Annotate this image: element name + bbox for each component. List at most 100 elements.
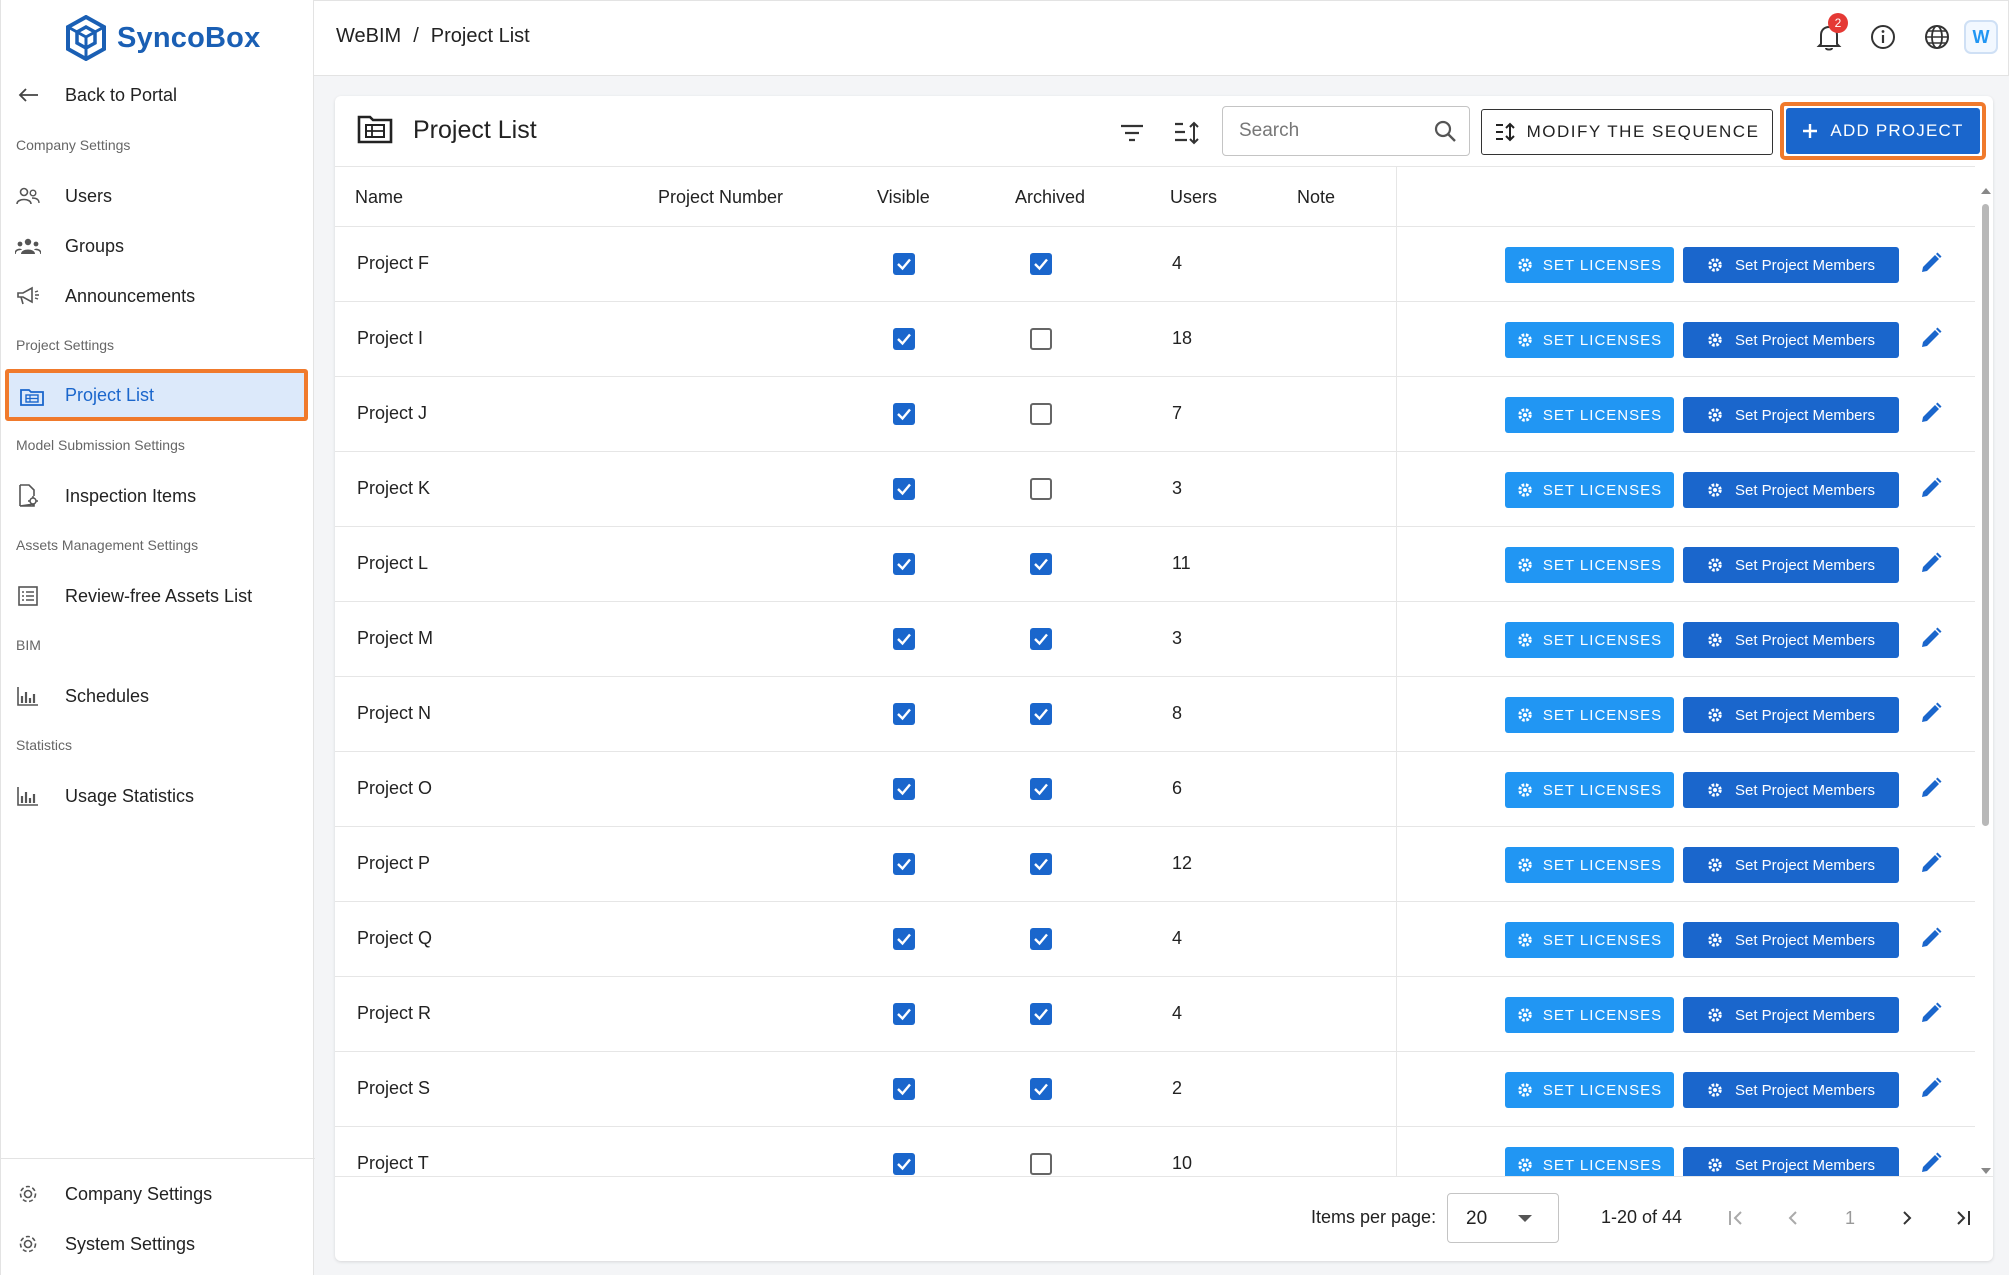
archived-checkbox[interactable] [1030,703,1052,725]
sidebar-item-groups[interactable]: Groups [1,222,315,270]
sidebar-item-review-free-assets[interactable]: Review-free Assets List [1,572,315,620]
set-project-members-button[interactable]: Set Project Members [1683,922,1899,958]
table-row[interactable]: Project T 10 SET LICENSES Set Project Membe… [335,1127,1975,1176]
first-page-button[interactable] [1719,1201,1753,1235]
set-licenses-button[interactable]: SET LICENSES [1505,322,1674,358]
archived-checkbox[interactable] [1030,403,1052,425]
visible-checkbox[interactable] [893,1003,915,1025]
archived-checkbox[interactable] [1030,553,1052,575]
table-row[interactable]: Project R 4 SET LICENSES Set Project Member… [335,977,1975,1052]
table-row[interactable]: Project M 3 SET LICENSES Set Project Member… [335,602,1975,677]
set-project-members-button[interactable]: Set Project Members [1683,622,1899,658]
archived-checkbox[interactable] [1030,328,1052,350]
set-project-members-button[interactable]: Set Project Members [1683,472,1899,508]
table-row[interactable]: Project J 7 SET LICENSES Set Project Member… [335,377,1975,452]
set-project-members-button[interactable]: Set Project Members [1683,772,1899,808]
edit-pencil-icon[interactable] [1919,251,1943,280]
table-row[interactable]: Project K 3 SET LICENSES Set Project Member… [335,452,1975,527]
visible-checkbox[interactable] [893,853,915,875]
set-licenses-button[interactable]: SET LICENSES [1505,697,1674,733]
table-row[interactable]: Project O 6 SET LICENSES Set Project Member… [335,752,1975,827]
set-licenses-button[interactable]: SET LICENSES [1505,397,1674,433]
table-row[interactable]: Project L 11 SET LICENSES Set Project Membe… [335,527,1975,602]
set-project-members-button[interactable]: Set Project Members [1683,1072,1899,1108]
edit-pencil-icon[interactable] [1919,701,1943,730]
scroll-up-arrow-icon[interactable] [1981,188,1991,194]
table-row[interactable]: Project Q 4 SET LICENSES Set Project Member… [335,902,1975,977]
visible-checkbox[interactable] [893,553,915,575]
visible-checkbox[interactable] [893,703,915,725]
set-licenses-button[interactable]: SET LICENSES [1505,472,1674,508]
archived-checkbox[interactable] [1030,478,1052,500]
visible-checkbox[interactable] [893,1153,915,1175]
visible-checkbox[interactable] [893,403,915,425]
app-switcher-button[interactable]: W [1964,20,1998,54]
visible-checkbox[interactable] [893,328,915,350]
table-scrollbar[interactable] [1980,186,1991,1176]
set-licenses-button[interactable]: SET LICENSES [1505,1147,1674,1176]
sort-button[interactable] [1172,118,1202,148]
edit-pencil-icon[interactable] [1919,551,1943,580]
visible-checkbox[interactable] [893,778,915,800]
edit-pencil-icon[interactable] [1919,926,1943,955]
visible-checkbox[interactable] [893,928,915,950]
sidebar-item-schedules[interactable]: Schedules [1,672,315,720]
edit-pencil-icon[interactable] [1919,626,1943,655]
sidebar-item-project-list[interactable]: Project List [5,369,308,421]
set-project-members-button[interactable]: Set Project Members [1683,847,1899,883]
column-header-users[interactable]: Users [1170,187,1217,208]
visible-checkbox[interactable] [893,478,915,500]
sidebar-item-system-settings[interactable]: System Settings [1,1220,315,1268]
edit-pencil-icon[interactable] [1919,401,1943,430]
scroll-thumb[interactable] [1982,204,1989,826]
sidebar-item-inspection-items[interactable]: Inspection Items [1,472,315,520]
column-header-archived[interactable]: Archived [1015,187,1085,208]
language-button[interactable] [1910,15,1964,59]
sidebar-item-users[interactable]: Users [1,172,315,220]
table-row[interactable]: Project S 2 SET LICENSES Set Project Member… [335,1052,1975,1127]
set-project-members-button[interactable]: Set Project Members [1683,322,1899,358]
column-header-visible[interactable]: Visible [877,187,930,208]
search-input[interactable] [1239,119,1419,143]
brand-logo[interactable]: SyncoBox [65,10,260,66]
archived-checkbox[interactable] [1030,778,1052,800]
set-project-members-button[interactable]: Set Project Members [1683,1147,1899,1176]
archived-checkbox[interactable] [1030,253,1052,275]
notifications-button[interactable]: 2 [1802,13,1856,59]
visible-checkbox[interactable] [893,253,915,275]
set-project-members-button[interactable]: Set Project Members [1683,547,1899,583]
edit-pencil-icon[interactable] [1919,326,1943,355]
archived-checkbox[interactable] [1030,1078,1052,1100]
column-header-name[interactable]: Name [355,187,403,208]
scroll-down-arrow-icon[interactable] [1981,1168,1991,1174]
set-project-members-button[interactable]: Set Project Members [1683,247,1899,283]
archived-checkbox[interactable] [1030,928,1052,950]
visible-checkbox[interactable] [893,1078,915,1100]
set-project-members-button[interactable]: Set Project Members [1683,697,1899,733]
edit-pencil-icon[interactable] [1919,1076,1943,1105]
sidebar-item-announcements[interactable]: Announcements [1,272,315,320]
info-button[interactable] [1856,15,1910,59]
edit-pencil-icon[interactable] [1919,1001,1943,1030]
edit-pencil-icon[interactable] [1919,476,1943,505]
sidebar-item-company-settings[interactable]: Company Settings [1,1170,315,1218]
next-page-button[interactable] [1890,1201,1924,1235]
items-per-page-select[interactable]: 20 [1447,1193,1559,1243]
table-row[interactable]: Project I 18 SET LICENSES Set Project Membe… [335,302,1975,377]
last-page-button[interactable] [1946,1201,1980,1235]
edit-pencil-icon[interactable] [1919,1151,1943,1176]
edit-pencil-icon[interactable] [1919,851,1943,880]
column-header-note[interactable]: Note [1297,187,1335,208]
archived-checkbox[interactable] [1030,628,1052,650]
set-licenses-button[interactable]: SET LICENSES [1505,247,1674,283]
archived-checkbox[interactable] [1030,1153,1052,1175]
set-licenses-button[interactable]: SET LICENSES [1505,772,1674,808]
set-licenses-button[interactable]: SET LICENSES [1505,847,1674,883]
sidebar-item-usage-statistics[interactable]: Usage Statistics [1,772,315,820]
search-field[interactable] [1222,106,1470,156]
search-icon[interactable] [1433,119,1457,148]
edit-pencil-icon[interactable] [1919,776,1943,805]
set-project-members-button[interactable]: Set Project Members [1683,997,1899,1033]
table-row[interactable]: Project P 12 SET LICENSES Set Project Membe… [335,827,1975,902]
back-to-portal-link[interactable]: Back to Portal [1,71,315,119]
